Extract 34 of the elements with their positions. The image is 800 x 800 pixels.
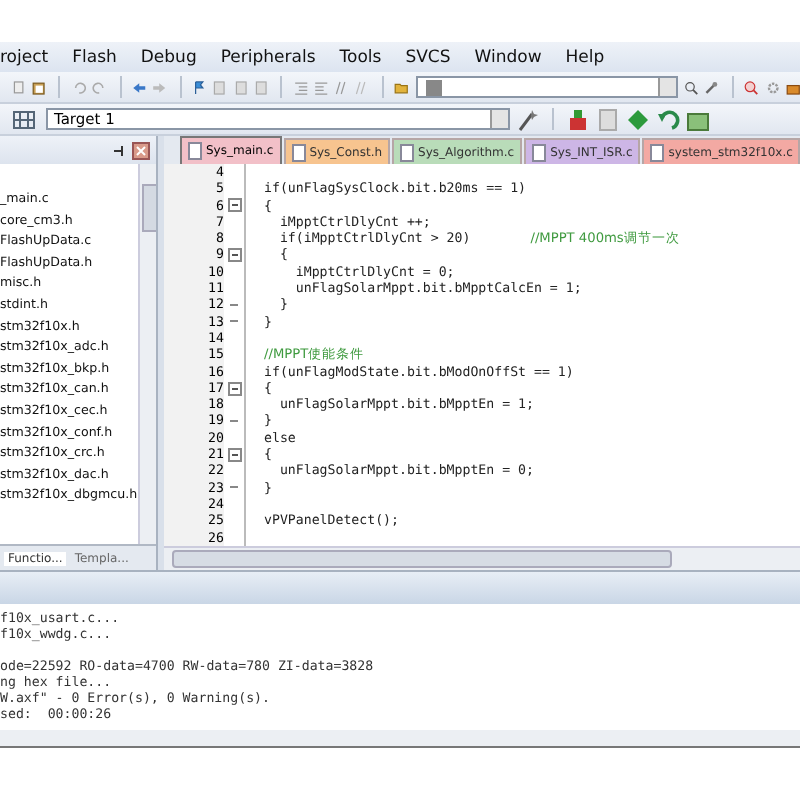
document-icon[interactable] — [253, 75, 269, 99]
page-icon — [188, 142, 202, 160]
menu-item[interactable]: Window — [474, 47, 542, 67]
pin-icon[interactable] — [112, 143, 126, 157]
grid-icon[interactable] — [12, 107, 36, 131]
page-icon — [532, 143, 547, 161]
menu-item[interactable]: Flash — [72, 47, 117, 67]
return-arrow-icon[interactable] — [656, 107, 680, 131]
page-icon — [650, 143, 665, 161]
fold-toggle[interactable] — [227, 381, 241, 395]
fold-toggle[interactable] — [227, 447, 241, 462]
close-icon[interactable] — [132, 141, 150, 159]
menu-item[interactable]: Help — [565, 47, 605, 67]
document-icon[interactable] — [233, 75, 248, 99]
copy-icon[interactable] — [596, 107, 620, 131]
find-combo[interactable] — [415, 76, 679, 98]
scrollbar[interactable] — [164, 546, 800, 570]
menu-item[interactable]: SVCS — [405, 47, 451, 67]
menu-item[interactable]: Tools — [339, 47, 382, 67]
wand-icon[interactable] — [516, 107, 540, 131]
page-icon — [291, 143, 306, 161]
menu-item[interactable]: Peripherals — [220, 47, 316, 67]
chip-icon[interactable] — [566, 107, 590, 131]
scrollbar[interactable] — [138, 164, 156, 544]
menu-item[interactable]: roject — [0, 47, 49, 67]
page-icon — [400, 143, 415, 161]
fold-toggle[interactable] — [227, 198, 241, 213]
zoom-icon[interactable] — [744, 75, 760, 99]
flag-icon[interactable] — [192, 75, 207, 99]
square-icon — [423, 77, 444, 97]
copy-icon[interactable] — [12, 75, 27, 99]
package-icon[interactable] — [686, 107, 710, 131]
fold-toggle[interactable] — [227, 248, 241, 263]
menu-item[interactable]: Debug — [140, 47, 197, 67]
